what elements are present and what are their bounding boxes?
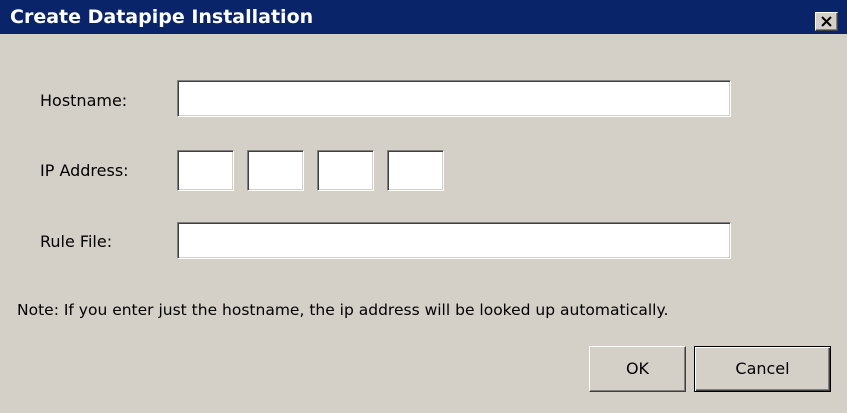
ip-octet-3-input[interactable] <box>317 150 374 191</box>
ip-octet-2-input[interactable] <box>247 150 304 191</box>
cancel-button[interactable]: Cancel <box>694 346 831 392</box>
create-datapipe-dialog: Create Datapipe Installation Hostname: I… <box>0 0 847 413</box>
hostname-label: Hostname: <box>40 91 128 110</box>
rule-file-input[interactable] <box>177 222 731 259</box>
close-icon <box>821 16 832 27</box>
hostname-input[interactable] <box>177 80 731 117</box>
ip-octet-1-input[interactable] <box>177 150 234 191</box>
title-bar[interactable]: Create Datapipe Installation <box>0 0 847 34</box>
note-text: Note: If you enter just the hostname, th… <box>17 301 669 319</box>
rule-file-label: Rule File: <box>40 232 113 251</box>
ip-address-label: IP Address: <box>40 161 129 180</box>
dialog-title: Create Datapipe Installation <box>10 6 314 28</box>
ip-octet-4-input[interactable] <box>387 150 444 191</box>
ok-button[interactable]: OK <box>589 346 686 392</box>
close-button[interactable] <box>815 12 838 31</box>
